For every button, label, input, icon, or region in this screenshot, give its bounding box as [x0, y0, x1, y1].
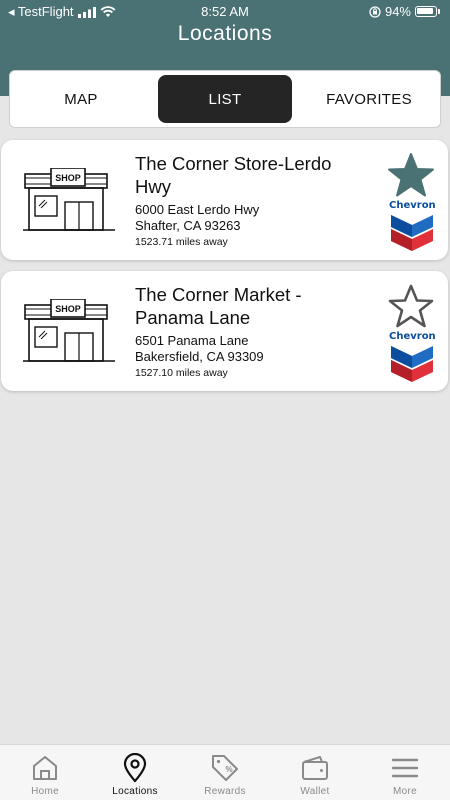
favorite-star-outline-icon[interactable] — [387, 283, 435, 329]
battery-cap — [438, 9, 440, 14]
location-distance: 1523.71 miles away — [135, 236, 228, 248]
shop-storefront-icon: SHOP — [23, 299, 115, 362]
wallet-icon — [302, 756, 328, 780]
shop-sign-text: SHOP — [55, 304, 81, 314]
nav-locations[interactable]: Locations — [90, 745, 180, 800]
nav-locations-label: Locations — [112, 786, 158, 797]
favorite-star-filled-icon[interactable] — [387, 152, 435, 198]
tab-map[interactable]: MAP — [10, 75, 152, 123]
location-distance: 1527.10 miles away — [135, 367, 228, 379]
location-address-line1: 6000 East Lerdo Hwy — [135, 202, 260, 217]
tab-list[interactable]: LIST — [158, 75, 292, 123]
battery-icon — [415, 6, 437, 17]
nav-more[interactable]: More — [360, 745, 450, 800]
chevron-logo-icon — [391, 346, 433, 382]
location-address-line2: Bakersfield, CA 93309 — [135, 349, 264, 364]
orientation-lock-icon — [369, 5, 381, 18]
shop-sign-text: SHOP — [55, 173, 81, 183]
battery-percent: 94% — [384, 4, 411, 19]
home-icon — [33, 756, 57, 780]
location-address-line2: Shafter, CA 93263 — [135, 218, 241, 233]
location-name: The Corner Store-Lerdo Hwy — [135, 153, 332, 197]
tab-favorites[interactable]: FAVORITES — [298, 75, 440, 123]
chevron-logo-icon — [391, 215, 433, 251]
nav-rewards-label: Rewards — [204, 786, 246, 797]
chevron-logo: Chevron — [389, 331, 436, 383]
svg-text:%: % — [226, 765, 233, 774]
nav-more-label: More — [393, 786, 417, 797]
nav-wallet[interactable]: Wallet — [270, 745, 360, 800]
nav-home-label: Home — [31, 786, 59, 797]
location-card[interactable]: SHOP The Corner Store-Lerdo Hwy 6000 Eas… — [1, 140, 448, 260]
status-right: 94% — [369, 4, 440, 19]
nav-home[interactable]: Home — [0, 745, 90, 800]
location-pin-icon — [123, 753, 147, 783]
location-address-line1: 6501 Panama Lane — [135, 333, 249, 348]
bottom-nav: Home Locations % Rewards Wallet More — [0, 744, 450, 800]
chevron-logo: Chevron — [389, 200, 436, 252]
shop-storefront-icon: SHOP — [23, 168, 115, 231]
rewards-tag-icon: % — [212, 755, 238, 781]
location-name: The Corner Market - Panama Lane — [135, 284, 302, 328]
status-bar: ◂ TestFlight 8:52 AM 94% — [0, 0, 450, 24]
page-title: Locations — [177, 22, 273, 45]
menu-icon — [391, 758, 419, 778]
nav-rewards[interactable]: % Rewards — [180, 745, 270, 800]
location-card[interactable]: SHOP The Corner Market - Panama Lane 650… — [1, 271, 448, 391]
view-tabs: MAP LIST FAVORITES — [9, 70, 441, 128]
nav-wallet-label: Wallet — [300, 786, 330, 797]
